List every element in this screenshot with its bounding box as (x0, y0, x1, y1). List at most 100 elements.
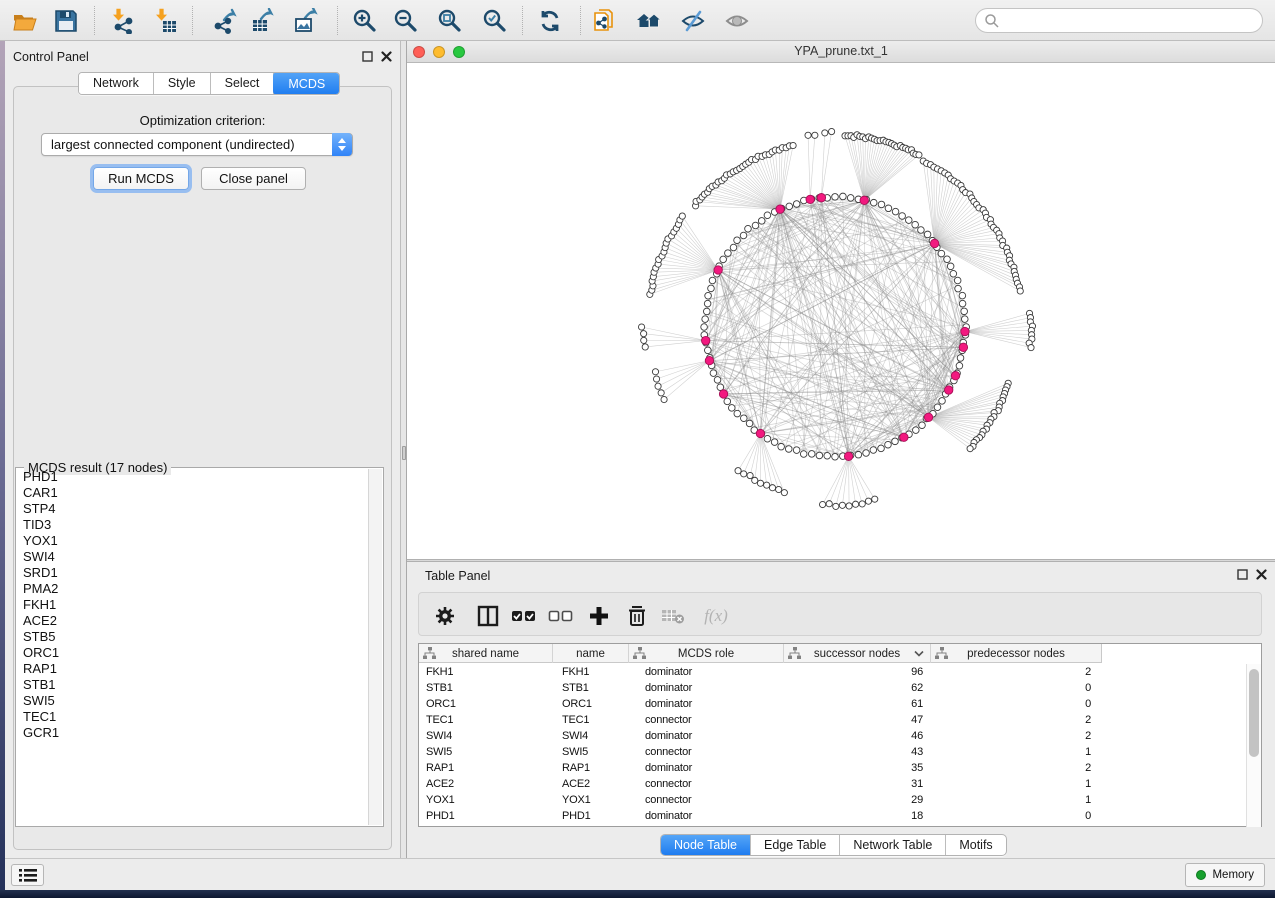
network-hub-node[interactable] (951, 371, 959, 379)
column-header-predecessor-nodes[interactable]: predecessor nodes (931, 644, 1102, 663)
search-input[interactable] (975, 8, 1263, 33)
network-node[interactable] (805, 132, 811, 138)
network-node[interactable] (839, 502, 845, 508)
network-node[interactable] (957, 355, 964, 362)
network-node[interactable] (852, 501, 858, 507)
network-node[interactable] (720, 256, 727, 263)
mcds-result-item[interactable]: ORC1 (17, 645, 369, 661)
network-hub-node[interactable] (817, 194, 825, 202)
network-node[interactable] (708, 285, 715, 292)
network-node[interactable] (641, 337, 647, 343)
network-node[interactable] (872, 496, 878, 502)
network-hub-node[interactable] (714, 266, 722, 274)
network-node[interactable] (728, 405, 735, 412)
network-node[interactable] (859, 501, 865, 507)
network-node[interactable] (961, 316, 968, 323)
zoom-selected-icon[interactable] (481, 7, 509, 35)
network-node[interactable] (826, 501, 832, 507)
network-node[interactable] (704, 300, 711, 307)
network-node[interactable] (878, 445, 885, 452)
table-row[interactable]: SWI4SWI4dominator462 (419, 728, 1247, 744)
network-node[interactable] (725, 250, 732, 257)
mcds-result-item[interactable]: TEC1 (17, 709, 369, 725)
table-row[interactable]: ACE2ACE2connector311 (419, 776, 1247, 792)
network-hub-node[interactable] (844, 452, 852, 460)
network-node[interactable] (653, 376, 659, 382)
network-node[interactable] (793, 201, 800, 208)
network-hub-node[interactable] (860, 196, 868, 204)
export-table-icon[interactable] (248, 7, 276, 35)
zoom-out-icon[interactable] (392, 7, 420, 35)
table-row[interactable]: RAP1RAP1dominator352 (419, 760, 1247, 776)
table-scrollbar[interactable] (1246, 664, 1261, 827)
network-node[interactable] (824, 452, 831, 459)
delete-table-icon[interactable] (660, 603, 686, 629)
show-graphics-details-icon[interactable] (723, 7, 751, 35)
network-canvas[interactable] (407, 64, 1275, 559)
network-node[interactable] (793, 447, 800, 454)
network-hub-node[interactable] (776, 205, 784, 213)
float-table-panel-icon[interactable] (1236, 568, 1249, 581)
network-node[interactable] (746, 420, 753, 427)
tab-network[interactable]: Network (79, 73, 154, 94)
network-node[interactable] (840, 193, 847, 200)
tab-edge-table[interactable]: Edge Table (751, 835, 840, 855)
network-node[interactable] (950, 270, 957, 277)
network-node[interactable] (870, 199, 877, 206)
network-node[interactable] (899, 213, 906, 220)
network-hub-node[interactable] (806, 195, 814, 203)
network-node[interactable] (710, 370, 717, 377)
network-node[interactable] (769, 485, 775, 491)
network-hub-node[interactable] (719, 390, 727, 398)
network-node[interactable] (655, 383, 661, 389)
network-hub-node[interactable] (961, 327, 969, 335)
network-node[interactable] (905, 217, 912, 224)
network-node[interactable] (870, 447, 877, 454)
network-node[interactable] (954, 277, 961, 284)
network-node[interactable] (959, 292, 966, 299)
network-node[interactable] (822, 130, 828, 136)
table-row[interactable]: YOX1YOX1connector291 (419, 792, 1247, 808)
network-node[interactable] (816, 452, 823, 459)
network-node[interactable] (734, 237, 741, 244)
mcds-result-item[interactable]: FKH1 (17, 597, 369, 613)
vertical-splitter[interactable] (400, 41, 407, 858)
network-node[interactable] (865, 498, 871, 504)
network-hub-node[interactable] (959, 343, 967, 351)
network-node[interactable] (730, 244, 737, 251)
network-node[interactable] (709, 277, 716, 284)
table-row[interactable]: ORC1ORC1dominator610 (419, 696, 1247, 712)
table-scrollbar-thumb[interactable] (1249, 669, 1259, 757)
import-table-icon[interactable] (152, 7, 180, 35)
network-node[interactable] (724, 398, 731, 405)
network-node[interactable] (714, 377, 721, 384)
network-node[interactable] (642, 344, 648, 350)
network-node[interactable] (705, 292, 712, 299)
float-panel-icon[interactable] (361, 50, 374, 63)
column-header-successor-nodes[interactable]: successor nodes (784, 644, 931, 663)
network-node[interactable] (641, 331, 647, 337)
network-node[interactable] (745, 225, 752, 232)
network-node[interactable] (778, 443, 785, 450)
splitter-handle[interactable] (402, 446, 406, 460)
column-header-shared-name[interactable]: shared name (419, 644, 553, 663)
memory-button[interactable]: Memory (1185, 863, 1265, 887)
network-node[interactable] (892, 208, 899, 215)
network-node[interactable] (885, 441, 892, 448)
apply-function-icon[interactable]: f(x) (697, 603, 735, 629)
network-node[interactable] (916, 152, 922, 158)
mcds-result-item[interactable]: PHD1 (17, 469, 369, 485)
close-table-panel-icon[interactable] (1255, 568, 1268, 581)
new-network-from-file-icon[interactable] (591, 7, 619, 35)
delete-column-icon[interactable] (624, 603, 650, 629)
network-node[interactable] (771, 439, 778, 446)
network-node[interactable] (752, 222, 759, 229)
network-node[interactable] (892, 438, 899, 445)
table-row[interactable]: PHD1PHD1dominator180 (419, 808, 1247, 824)
table-row[interactable]: TEC1TEC1connector472 (419, 712, 1247, 728)
network-node[interactable] (705, 347, 712, 354)
mcds-result-item[interactable]: ACE2 (17, 613, 369, 629)
add-column-icon[interactable] (586, 603, 612, 629)
run-mcds-button[interactable]: Run MCDS (93, 167, 189, 190)
network-node[interactable] (828, 128, 834, 134)
